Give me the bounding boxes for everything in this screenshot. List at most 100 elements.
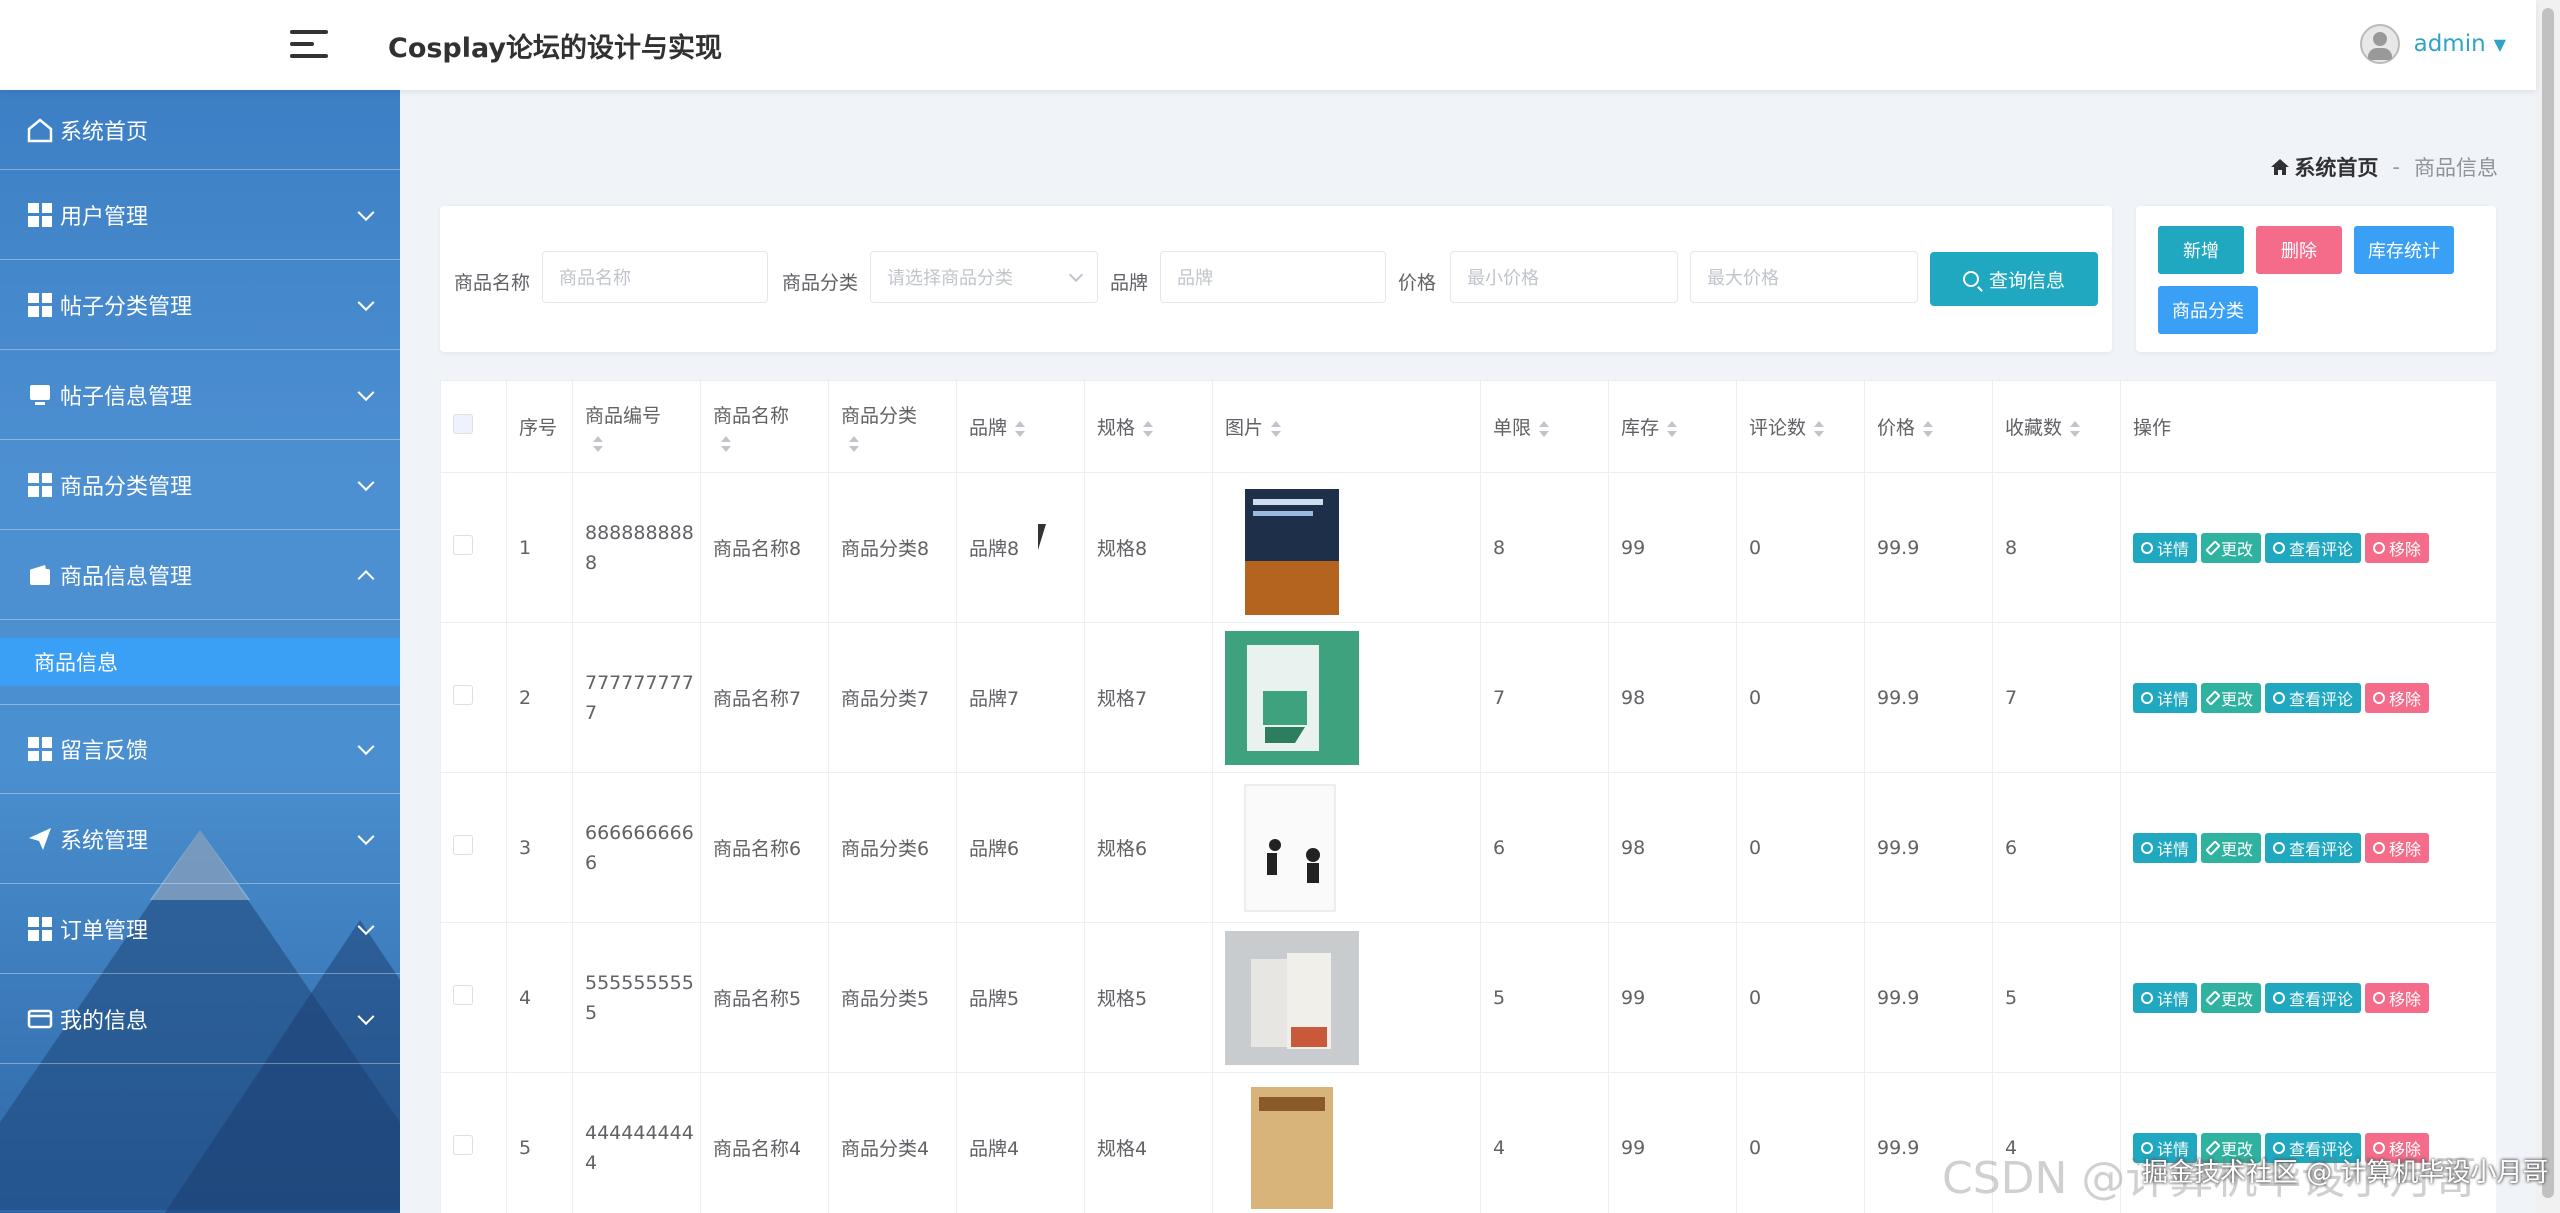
cell-image xyxy=(1212,472,1481,623)
brand-input[interactable]: 品牌 xyxy=(1160,251,1386,303)
cell-limit: 4 xyxy=(1480,1072,1609,1213)
grid-icon xyxy=(26,735,54,763)
row-checkbox[interactable] xyxy=(453,685,473,705)
cell-index: 5 xyxy=(506,1072,573,1213)
row-select-cell[interactable] xyxy=(440,472,507,623)
price-label: 价格 xyxy=(1398,272,1437,294)
edit-button[interactable]: 更改 xyxy=(2201,682,2262,713)
remove-button[interactable]: 移除 xyxy=(2365,532,2430,563)
product-image[interactable] xyxy=(1225,630,1359,765)
row-checkbox[interactable] xyxy=(453,985,473,1005)
view-comments-button[interactable]: 查看评论 xyxy=(2265,532,2362,563)
user-menu[interactable]: admin ▼ xyxy=(2359,22,2506,66)
row-checkbox[interactable] xyxy=(453,535,473,555)
delete-button[interactable]: 删除 xyxy=(2256,226,2342,274)
select-all-cell[interactable] xyxy=(440,380,507,473)
monitor-icon xyxy=(26,381,54,409)
table-row: 1 8888888888 商品名称8 商品分类8 品牌8 规格8 8 99 0 99.9 8 详情 更改… xyxy=(440,472,2496,623)
avatar xyxy=(2359,24,2400,64)
sidebar-item-system[interactable]: 系统管理 xyxy=(0,794,400,884)
product-image[interactable] xyxy=(1225,1080,1359,1213)
min-price-input[interactable]: 最小价格 xyxy=(1450,251,1678,303)
row-select-cell[interactable] xyxy=(440,1072,507,1213)
breadcrumb: 系统首页 - 商品信息 xyxy=(2270,152,2498,182)
view-comments-button[interactable]: 查看评论 xyxy=(2265,832,2362,863)
remove-button[interactable]: 移除 xyxy=(2365,682,2430,713)
view-comments-button[interactable]: 查看评论 xyxy=(2265,982,2362,1013)
scrollbar-thumb[interactable] xyxy=(2542,8,2554,1198)
header-code[interactable]: 商品编号 xyxy=(572,380,701,473)
cell-brand: 品牌4 xyxy=(956,1072,1085,1213)
cell-index: 1 xyxy=(506,472,573,623)
table-row: 3 6666666666 商品名称6 商品分类6 品牌6 规格6 6 98 0 99.9 6 详情 更改… xyxy=(440,772,2496,923)
sidebar-item-post-categories[interactable]: 帖子分类管理 xyxy=(0,260,400,350)
edit-button[interactable]: 更改 xyxy=(2201,832,2262,863)
breadcrumb-home[interactable]: 系统首页 xyxy=(2270,152,2378,182)
header-brand[interactable]: 品牌 xyxy=(956,380,1085,473)
table-row: 2 7777777777 商品名称7 商品分类7 品牌7 规格7 7 98 0 99.9 7 详情 更改… xyxy=(440,622,2496,773)
sidebar-item-my-info[interactable]: 我的信息 xyxy=(0,974,400,1064)
sidebar-item-posts[interactable]: 帖子信息管理 xyxy=(0,350,400,440)
stock-stats-button[interactable]: 库存统计 xyxy=(2354,226,2454,274)
sidebar-item-product-categories[interactable]: 商品分类管理 xyxy=(0,440,400,530)
cell-limit: 7 xyxy=(1480,622,1609,773)
product-category-button[interactable]: 商品分类 xyxy=(2158,286,2258,334)
max-price-input[interactable]: 最大价格 xyxy=(1690,251,1918,303)
chevron-down-icon xyxy=(357,1007,375,1025)
sidebar-item-feedback[interactable]: 留言反馈 xyxy=(0,704,400,794)
cell-image xyxy=(1212,622,1481,773)
sidebar-item-orders[interactable]: 订单管理 xyxy=(0,884,400,974)
detail-button[interactable]: 详情 xyxy=(2133,832,2198,863)
sidebar-item-products[interactable]: 商品信息管理 xyxy=(0,530,400,620)
detail-button[interactable]: 详情 xyxy=(2133,532,2198,563)
cell-price: 99.9 xyxy=(1864,772,1993,923)
header-image[interactable]: 图片 xyxy=(1212,380,1481,473)
remove-button[interactable]: 移除 xyxy=(2365,982,2430,1013)
remove-button[interactable]: 移除 xyxy=(2365,832,2430,863)
caret-down-icon: ▼ xyxy=(2493,34,2506,54)
row-checkbox[interactable] xyxy=(453,1135,473,1155)
header-price[interactable]: 价格 xyxy=(1864,380,1993,473)
sidebar-item-users[interactable]: 用户管理 xyxy=(0,170,400,260)
cell-price: 99.9 xyxy=(1864,472,1993,623)
sidebar-item-home[interactable]: 系统首页 xyxy=(0,90,400,170)
header-favorites[interactable]: 收藏数 xyxy=(1992,380,2121,473)
header-comments[interactable]: 评论数 xyxy=(1736,380,1865,473)
search-button[interactable]: 查询信息 xyxy=(1930,252,2098,306)
row-select-cell[interactable] xyxy=(440,622,507,773)
cell-index: 3 xyxy=(506,772,573,923)
sidebar-item-label: 用户管理 xyxy=(60,204,149,230)
row-select-cell[interactable] xyxy=(440,922,507,1073)
close-circle-icon xyxy=(2373,541,2386,554)
product-image[interactable] xyxy=(1225,930,1359,1065)
cell-actions: 详情 更改 查看评论 移除 xyxy=(2120,622,2496,773)
cell-code: 7777777777 xyxy=(572,622,701,773)
sidebar: 系统首页 用户管理 帖子分类管理 帖子信息管理 商品分类管理 商品信息管理 商品… xyxy=(0,90,400,1213)
product-image[interactable] xyxy=(1225,480,1359,615)
name-input[interactable]: 商品名称 xyxy=(542,251,768,303)
header-spec[interactable]: 规格 xyxy=(1084,380,1213,473)
row-checkbox[interactable] xyxy=(453,835,473,855)
edit-button[interactable]: 更改 xyxy=(2201,982,2262,1013)
header-category[interactable]: 商品分类 xyxy=(828,380,957,473)
pencil-icon xyxy=(2205,989,2221,1006)
row-select-cell[interactable] xyxy=(440,772,507,923)
header-limit[interactable]: 单限 xyxy=(1480,380,1609,473)
cell-comments: 0 xyxy=(1736,622,1865,773)
grid-icon xyxy=(26,915,54,943)
header-stock[interactable]: 库存 xyxy=(1608,380,1737,473)
cell-price: 99.9 xyxy=(1864,922,1993,1073)
menu-toggle-icon[interactable] xyxy=(290,28,328,60)
detail-button[interactable]: 详情 xyxy=(2133,682,2198,713)
category-select[interactable]: 请选择商品分类 xyxy=(870,251,1098,303)
header-name[interactable]: 商品名称 xyxy=(700,380,829,473)
add-button[interactable]: 新增 xyxy=(2158,226,2244,274)
select-all-checkbox[interactable] xyxy=(453,414,473,434)
detail-button[interactable]: 详情 xyxy=(2133,982,2198,1013)
edit-button[interactable]: 更改 xyxy=(2201,532,2262,563)
page-scrollbar[interactable] xyxy=(2536,0,2560,1213)
sidebar-item-label: 帖子信息管理 xyxy=(60,384,193,410)
product-image[interactable] xyxy=(1225,780,1359,915)
view-comments-button[interactable]: 查看评论 xyxy=(2265,682,2362,713)
sidebar-subitem-product-info[interactable]: 商品信息 xyxy=(0,638,400,686)
